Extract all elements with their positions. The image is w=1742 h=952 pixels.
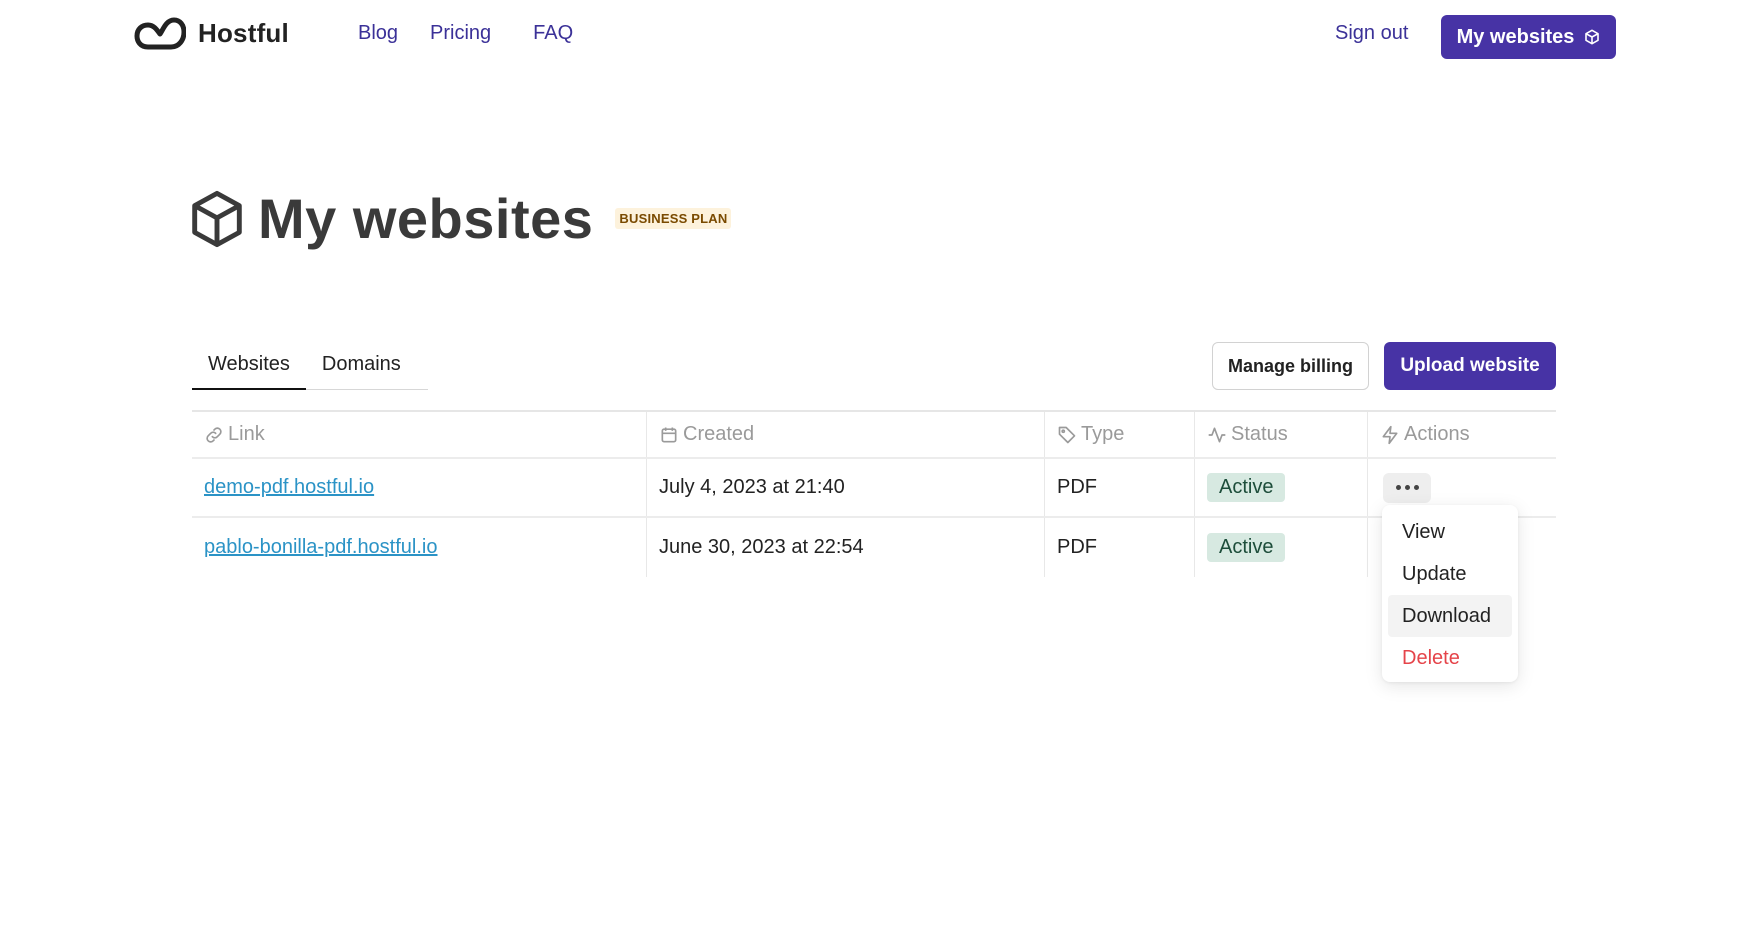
column-header-status: Status bbox=[1195, 412, 1368, 457]
cell-link: pablo-bonilla-pdf.hostful.io bbox=[192, 518, 647, 577]
more-actions-button[interactable] bbox=[1383, 472, 1431, 503]
nav-blog-link[interactable]: Blog bbox=[358, 22, 398, 45]
my-websites-button-label: My websites bbox=[1456, 25, 1575, 48]
cell-type: PDF bbox=[1045, 459, 1195, 516]
manage-billing-button[interactable]: Manage billing bbox=[1212, 342, 1369, 390]
cell-type: PDF bbox=[1045, 518, 1195, 577]
hostful-logo-icon bbox=[134, 16, 186, 50]
table-row: demo-pdf.hostful.io July 4, 2023 at 21:4… bbox=[192, 459, 1556, 518]
column-header-link: Link bbox=[192, 412, 647, 457]
page-header: My websites BUSINESS PLAN bbox=[190, 186, 732, 251]
cell-status: Active bbox=[1195, 518, 1368, 577]
column-header-actions-label: Actions bbox=[1404, 423, 1470, 445]
menu-item-delete[interactable]: Delete bbox=[1388, 637, 1512, 679]
page-title: My websites bbox=[258, 187, 594, 250]
status-badge: Active bbox=[1207, 533, 1286, 562]
tab-websites[interactable]: Websites bbox=[192, 340, 306, 390]
my-websites-button[interactable]: My websites bbox=[1441, 15, 1616, 59]
table-row: pablo-bonilla-pdf.hostful.io June 30, 20… bbox=[192, 518, 1556, 577]
row-actions-menu: View Update Download Delete bbox=[1382, 505, 1518, 682]
cell-created: June 30, 2023 at 22:54 bbox=[647, 518, 1045, 577]
cube-icon bbox=[1584, 29, 1600, 45]
link-icon bbox=[204, 425, 224, 445]
tag-icon bbox=[1057, 425, 1077, 445]
brand-logo[interactable]: Hostful bbox=[134, 16, 289, 50]
calendar-icon bbox=[659, 425, 679, 445]
nav-faq-link[interactable]: FAQ bbox=[533, 22, 573, 45]
websites-table: Link Created Type Status Actions demo-pd… bbox=[192, 410, 1556, 577]
bolt-icon bbox=[1380, 425, 1400, 445]
column-header-created-label: Created bbox=[683, 423, 755, 445]
website-type: PDF bbox=[1057, 476, 1097, 498]
cell-created: July 4, 2023 at 21:40 bbox=[647, 459, 1045, 516]
created-date: July 4, 2023 at 21:40 bbox=[659, 476, 845, 498]
website-link[interactable]: pablo-bonilla-pdf.hostful.io bbox=[204, 536, 438, 559]
activity-icon bbox=[1207, 425, 1227, 445]
top-header: Hostful Blog Pricing FAQ Sign out My web… bbox=[0, 0, 1742, 72]
upload-website-button[interactable]: Upload website bbox=[1384, 342, 1556, 390]
status-badge: Active bbox=[1207, 473, 1286, 502]
website-type: PDF bbox=[1057, 536, 1097, 558]
sign-out-link[interactable]: Sign out bbox=[1335, 22, 1408, 45]
cell-status: Active bbox=[1195, 459, 1368, 516]
brand-name: Hostful bbox=[198, 17, 289, 48]
column-header-actions: Actions bbox=[1368, 412, 1556, 457]
nav-pricing-link[interactable]: Pricing bbox=[430, 22, 491, 45]
menu-item-update[interactable]: Update bbox=[1388, 553, 1512, 595]
website-link[interactable]: demo-pdf.hostful.io bbox=[204, 476, 374, 499]
column-header-status-label: Status bbox=[1231, 423, 1288, 445]
column-header-link-label: Link bbox=[228, 423, 265, 445]
main-nav: Blog Pricing FAQ bbox=[358, 22, 573, 45]
menu-item-view[interactable]: View bbox=[1388, 511, 1512, 553]
column-header-type-label: Type bbox=[1081, 423, 1125, 445]
cell-link: demo-pdf.hostful.io bbox=[192, 459, 647, 516]
menu-item-download[interactable]: Download bbox=[1388, 595, 1512, 637]
more-horizontal-icon bbox=[1413, 485, 1419, 490]
more-horizontal-icon bbox=[1395, 485, 1401, 490]
cube-icon bbox=[190, 190, 244, 248]
table-header-row: Link Created Type Status Actions bbox=[192, 410, 1556, 459]
tab-bar: Websites Domains bbox=[192, 340, 428, 390]
created-date: June 30, 2023 at 22:54 bbox=[659, 536, 864, 558]
plan-badge: BUSINESS PLAN bbox=[615, 208, 732, 229]
more-horizontal-icon bbox=[1404, 485, 1410, 490]
column-header-created: Created bbox=[647, 412, 1045, 457]
tab-domains[interactable]: Domains bbox=[306, 340, 417, 390]
column-header-type: Type bbox=[1045, 412, 1195, 457]
